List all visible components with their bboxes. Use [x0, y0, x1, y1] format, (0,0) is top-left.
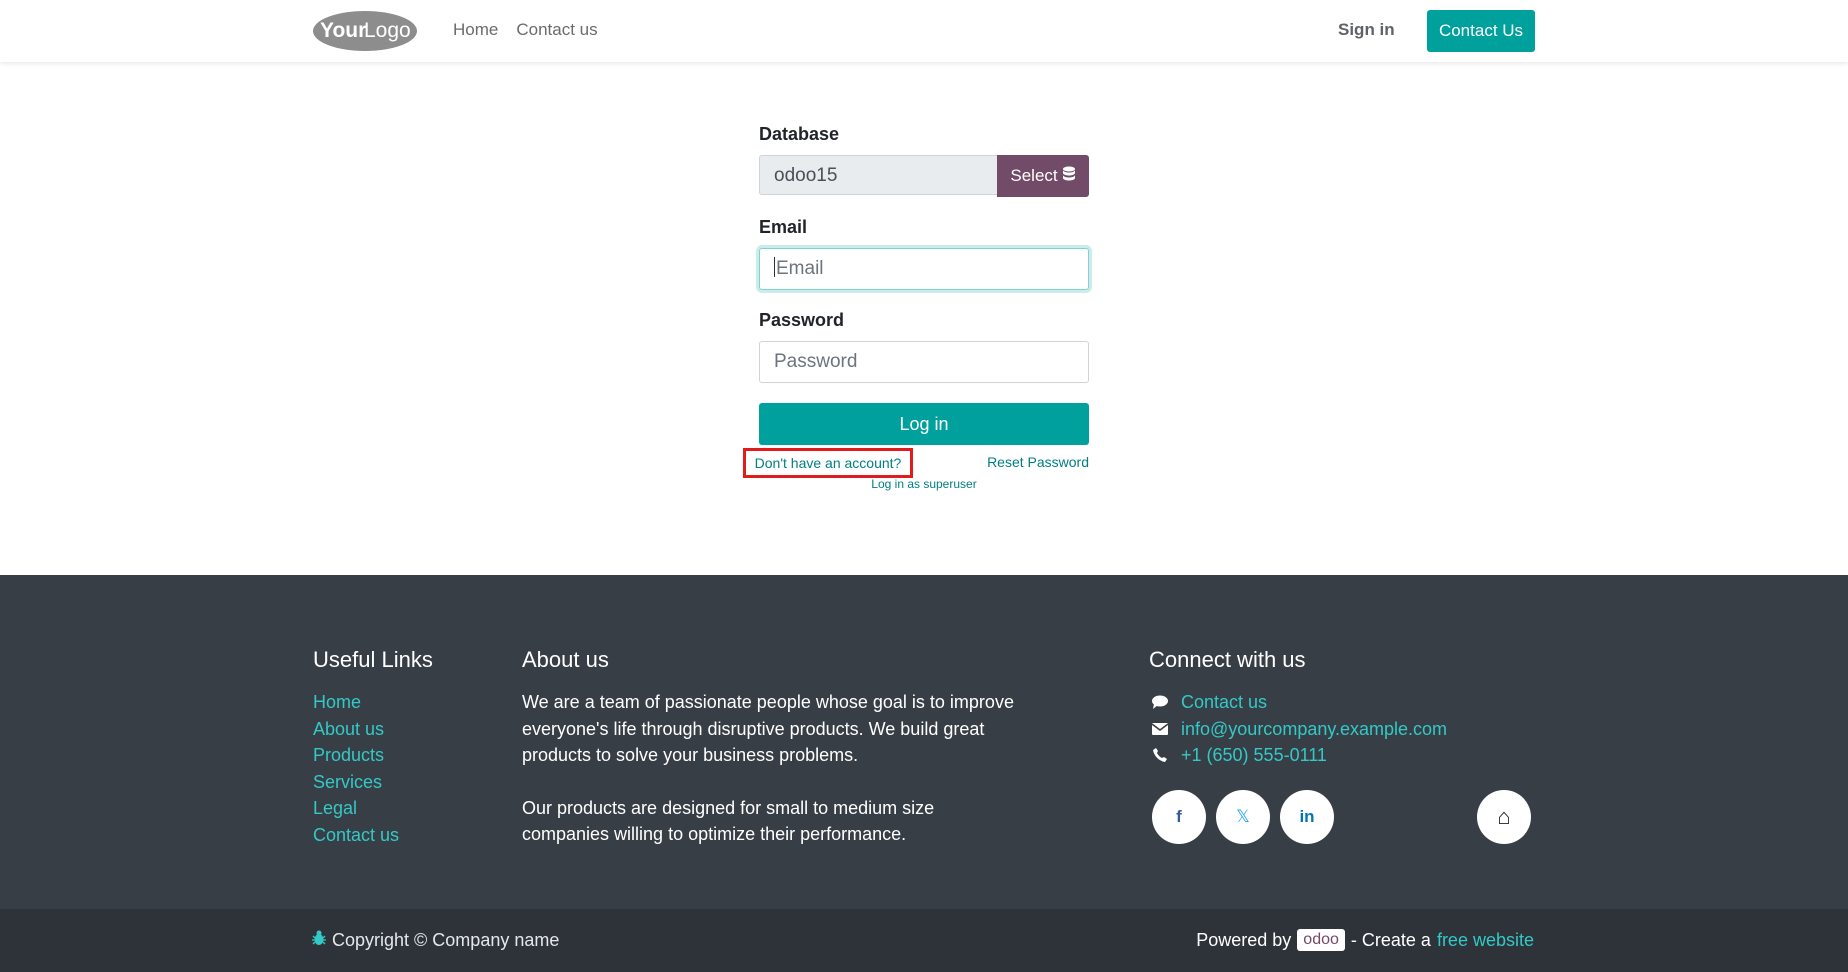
comment-icon — [1151, 695, 1169, 710]
login-button[interactable]: Log in — [759, 403, 1089, 445]
connect-email-label: info@yourcompany.example.com — [1181, 718, 1448, 739]
x-twitter-icon[interactable]: 𝕏 — [1216, 790, 1270, 844]
about-us-text: We are a team of passionate people whose… — [522, 689, 1022, 874]
useful-links-title: Useful Links — [313, 647, 433, 672]
connect-contact-label: Contact us — [1181, 692, 1268, 712]
signup-link[interactable]: Don't have an account? — [743, 448, 913, 478]
about-us-title: About us — [522, 647, 609, 672]
connect-list: Contact us info@yourcompany.example.com … — [1151, 689, 1447, 769]
bug-icon[interactable] — [312, 930, 326, 951]
select-label: Select — [1010, 166, 1058, 185]
copyright: Copyright © Company name — [312, 930, 559, 951]
odoo-logo[interactable]: odoo — [1297, 929, 1345, 951]
email-label: Email — [759, 217, 808, 237]
useful-links-list: Home About us Products Services Legal Co… — [313, 689, 399, 848]
site-footer: Useful Links Home About us Products Serv… — [0, 575, 1848, 909]
database-row: odoo15 Select — [759, 155, 1089, 197]
nav-contact-us[interactable]: Contact us — [516, 20, 597, 40]
phone-icon — [1151, 748, 1169, 763]
free-website-link[interactable]: free website — [1437, 930, 1534, 951]
envelope-icon — [1151, 722, 1169, 735]
connect-phone-label: +1 (650) 555-0111 — [1181, 745, 1327, 765]
form-links: Don't have an account? Reset Password — [743, 448, 1089, 478]
facebook-icon[interactable]: f — [1152, 790, 1206, 844]
text-caret — [774, 257, 775, 277]
database-icon — [1062, 166, 1076, 187]
footer-link-products[interactable]: Products — [313, 742, 399, 769]
footer-link-services[interactable]: Services — [313, 769, 399, 796]
connect-phone[interactable]: +1 (650) 555-0111 — [1151, 742, 1447, 769]
company-logo[interactable]: Your Logo — [312, 10, 418, 52]
copyright-bar: Copyright © Company name Powered by odoo… — [0, 909, 1848, 972]
site-header: Your Logo Home Contact us Sign in Contac… — [0, 0, 1848, 62]
email-field[interactable]: Email — [759, 248, 1089, 290]
footer-link-legal[interactable]: Legal — [313, 795, 399, 822]
footer-link-home[interactable]: Home — [313, 689, 399, 716]
email-placeholder: Email — [776, 258, 824, 279]
database-label: Database — [759, 124, 840, 144]
password-label: Password — [759, 310, 845, 330]
powered-by-text: Powered by — [1196, 929, 1292, 950]
contact-us-button[interactable]: Contact Us — [1427, 10, 1535, 52]
about-paragraph-1: We are a team of passionate people whose… — [522, 692, 1014, 765]
connect-contact[interactable]: Contact us — [1151, 689, 1447, 716]
database-field[interactable]: odoo15 — [759, 155, 997, 195]
reset-password-link[interactable]: Reset Password — [987, 454, 1089, 470]
superuser-login-link[interactable]: Log in as superuser — [759, 477, 1089, 491]
linkedin-icon[interactable]: in — [1280, 790, 1334, 844]
svg-text:Your: Your — [320, 19, 366, 42]
login-form: Database odoo15 Select Email Email Passw… — [743, 124, 1089, 491]
svg-text:Logo: Logo — [364, 19, 411, 42]
create-text: - Create a — [1350, 929, 1431, 950]
connect-email[interactable]: info@yourcompany.example.com — [1151, 716, 1447, 743]
main-nav: Home Contact us — [453, 20, 598, 40]
home-icon[interactable]: ⌂ — [1477, 790, 1531, 844]
about-paragraph-2: Our products are designed for small to m… — [522, 797, 935, 845]
select-database-button[interactable]: Select — [997, 155, 1089, 197]
footer-link-about[interactable]: About us — [313, 716, 399, 743]
connect-title: Connect with us — [1149, 647, 1306, 672]
sign-in-link[interactable]: Sign in — [1338, 20, 1395, 40]
copyright-text: Copyright © Company name — [332, 930, 560, 950]
password-placeholder: Password — [774, 351, 858, 372]
nav-home[interactable]: Home — [453, 20, 498, 40]
footer-link-contact[interactable]: Contact us — [313, 822, 399, 849]
password-field[interactable]: Password — [759, 341, 1089, 383]
powered-by: Powered by odoo - Create a free website — [1196, 929, 1534, 951]
